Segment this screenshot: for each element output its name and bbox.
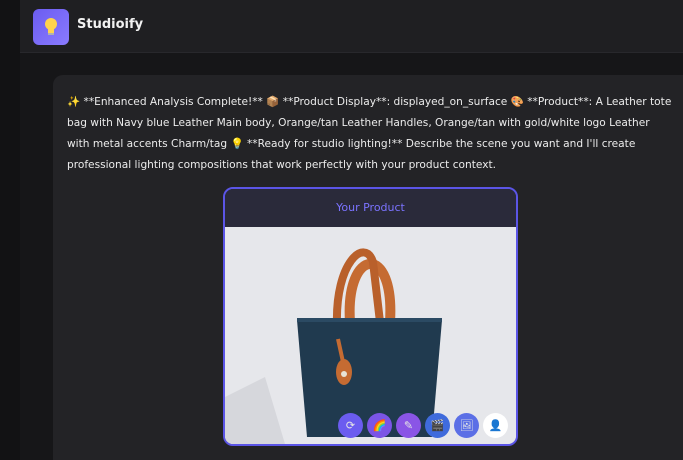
product-image[interactable]: ⟳ 🌈 ✎ 🎬 🖼 👤: [225, 227, 516, 444]
film-button[interactable]: 🎬: [425, 413, 450, 438]
rainbow-icon: 🌈: [372, 419, 387, 432]
tote-bag-illustration: [225, 227, 516, 444]
lightbulb-icon: [45, 18, 57, 35]
wand-icon: ✎: [403, 419, 414, 432]
wand-button[interactable]: ✎: [396, 413, 421, 438]
refresh-button[interactable]: ⟳: [338, 413, 363, 438]
refresh-icon: ⟳: [345, 419, 356, 432]
person-button[interactable]: 👤: [483, 413, 508, 438]
gallery-icon: 🖼: [459, 419, 474, 432]
app-logo: [33, 9, 69, 45]
gallery-button[interactable]: 🖼: [454, 413, 479, 438]
sidebar-edge: [0, 0, 20, 460]
rainbow-button[interactable]: 🌈: [367, 413, 392, 438]
app-title: Studioify: [77, 17, 144, 32]
person-icon: 👤: [488, 419, 503, 432]
message-text: ✨ **Enhanced Analysis Complete!** 📦 **Pr…: [67, 96, 672, 171]
product-card-title: Your Product: [225, 189, 516, 227]
product-card: Your Product ⟳ 🌈 ✎ 🎬 🖼 👤: [223, 187, 518, 446]
image-toolbar: ⟳ 🌈 ✎ 🎬 🖼 👤: [338, 413, 508, 439]
film-icon: 🎬: [430, 419, 445, 432]
